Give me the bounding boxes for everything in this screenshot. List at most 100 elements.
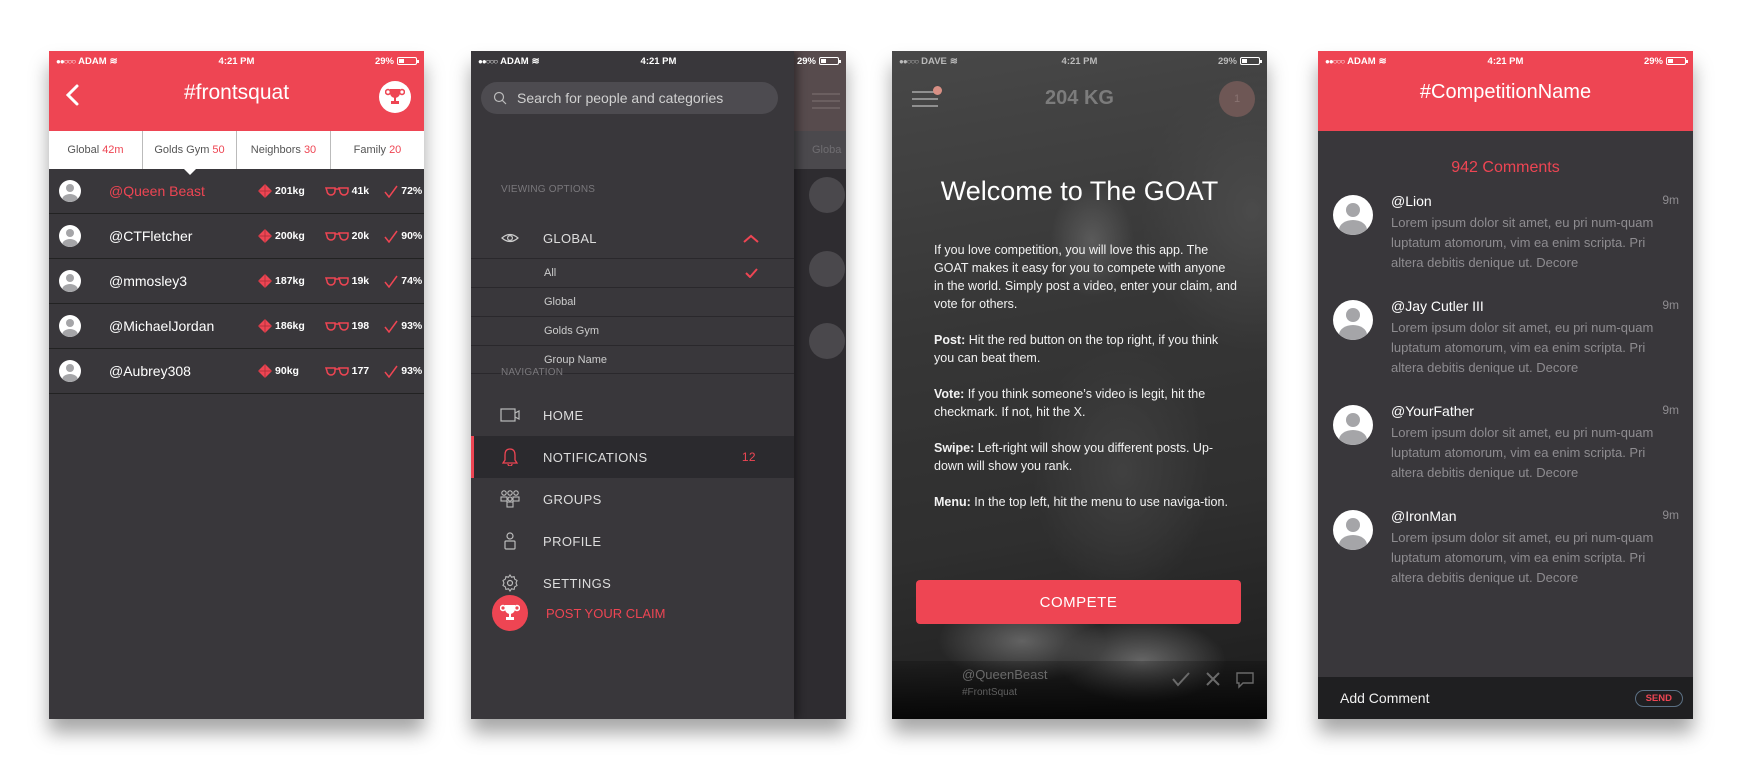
- viewing-option[interactable]: All: [471, 258, 794, 287]
- viewing-option[interactable]: Global: [471, 287, 794, 316]
- approval-value: 72%: [401, 185, 423, 197]
- leaderboard-header: ●●○○○ ADAM ≋ 4:21 PM 29% #frontsquat: [49, 51, 424, 131]
- rank-button[interactable]: 1: [1219, 81, 1255, 117]
- avatar[interactable]: [1333, 510, 1373, 550]
- tip-text: Left-right will show you different posts…: [934, 441, 1214, 473]
- avatar[interactable]: [1333, 300, 1373, 340]
- status-bar: ●●○○○ DAVE ≋ 4:21 PM 29%: [892, 51, 1267, 71]
- send-button[interactable]: SEND: [1634, 689, 1683, 707]
- tab-family[interactable]: Family 20: [331, 131, 424, 169]
- comment-username[interactable]: @Jay Cutler III: [1391, 298, 1484, 314]
- battery-icon: [1239, 57, 1262, 65]
- trophy-icon: [385, 88, 405, 104]
- leaderboard-row[interactable]: @mmosley3 187kg 19k 74%: [49, 259, 424, 304]
- check-icon: [745, 268, 758, 278]
- weight-value: 187kg: [275, 275, 305, 287]
- signal-icon: ●●○○○: [1325, 56, 1345, 66]
- glasses-icon: [324, 366, 349, 376]
- avatar[interactable]: [1333, 405, 1373, 445]
- tab-global[interactable]: Global 42m: [49, 131, 143, 169]
- tab-golds-gym[interactable]: Golds Gym 50: [143, 131, 237, 175]
- post-footer: @QueenBeast #FrontSquat: [892, 661, 1267, 719]
- comment-item: @IronMan 9m Lorem ipsum dolor sit amet, eu…: [1318, 508, 1693, 613]
- carrier-label: ADAM: [1347, 55, 1376, 67]
- tab-neighbors[interactable]: Neighbors 30: [237, 131, 331, 169]
- comment-body: Lorem ipsum dolor sit amet, eu pri num-q…: [1391, 425, 1654, 480]
- comment-username[interactable]: @Lion: [1391, 193, 1432, 209]
- viewing-options-list: All Global Golds Gym Group Name: [471, 258, 794, 374]
- approval-value: 74%: [401, 275, 423, 287]
- wifi-icon: ≋: [949, 55, 958, 67]
- leaderboard-row[interactable]: @MichaelJordan 186kg 198 93%: [49, 304, 424, 349]
- reject-button[interactable]: [1205, 671, 1221, 694]
- battery-icon: [818, 57, 841, 65]
- person-icon: [499, 532, 521, 550]
- tip-term: Post:: [934, 333, 966, 347]
- tip-term: Swipe:: [934, 441, 975, 455]
- approval-stat: 90%: [384, 230, 424, 243]
- views-value: 19k: [351, 275, 370, 287]
- carrier-label: DAVE: [921, 55, 947, 67]
- tip-text: If you think someone’s video is legit, h…: [934, 387, 1206, 419]
- views-stat: 177: [324, 365, 383, 377]
- checkmark-icon: [384, 275, 398, 288]
- username[interactable]: @MichaelJordan: [109, 318, 258, 334]
- search-bar[interactable]: [481, 82, 778, 114]
- weight-stat: 186kg: [258, 319, 322, 333]
- compete-button[interactable]: COMPETE: [916, 580, 1241, 624]
- approve-button[interactable]: [1171, 671, 1191, 694]
- weight-stat: 200kg: [258, 229, 322, 243]
- comment-time: 9m: [1662, 508, 1679, 522]
- hamburger-icon: [812, 93, 840, 114]
- battery-percent: 29%: [374, 55, 394, 67]
- weight-title: 204 KG: [1045, 87, 1114, 109]
- speech-bubble-icon: [1236, 672, 1254, 689]
- comment-body: Lorem ipsum dolor sit amet, eu pri num-q…: [1391, 530, 1654, 585]
- username[interactable]: @mmosley3: [109, 273, 258, 289]
- views-stat: 198: [324, 320, 383, 332]
- status-time: 4:21 PM: [640, 55, 677, 67]
- post-hashtag[interactable]: #FrontSquat: [962, 687, 1017, 698]
- weight-value: 201kg: [275, 185, 305, 197]
- comment-username[interactable]: @IronMan: [1391, 508, 1457, 524]
- approval-stat: 72%: [384, 185, 424, 198]
- tab-count: 20: [389, 144, 402, 156]
- weight-value: 186kg: [275, 320, 305, 332]
- comment-item: @Lion 9m Lorem ipsum dolor sit amet, eu pr…: [1318, 193, 1693, 298]
- post-claim-label: POST YOUR CLAIM: [546, 605, 666, 621]
- viewing-option-label: Golds Gym: [544, 325, 600, 337]
- tip-term: Vote:: [934, 387, 965, 401]
- leaderboard-row[interactable]: @CTFletcher 200kg 20k 90%: [49, 214, 424, 259]
- trophy-button[interactable]: [379, 81, 411, 113]
- leaderboard-row[interactable]: @Queen Beast 201kg 41k 72%: [49, 169, 424, 214]
- nav-item-profile[interactable]: PROFILE: [471, 520, 794, 562]
- avatar: [809, 177, 845, 213]
- intro-paragraph: If you love competition, you will love t…: [934, 243, 1237, 311]
- viewing-option[interactable]: Golds Gym: [471, 316, 794, 345]
- username[interactable]: @Aubrey308: [109, 363, 258, 379]
- search-input[interactable]: [517, 90, 757, 106]
- username[interactable]: @Queen Beast: [109, 183, 258, 199]
- comment-composer: SEND: [1318, 677, 1693, 719]
- avatar[interactable]: [1333, 195, 1373, 235]
- comment-button[interactable]: [1235, 671, 1255, 694]
- group-tabs: Global 42m Golds Gym 50 Neighbors 30 Family…: [49, 131, 424, 175]
- tab-label: Family: [353, 144, 387, 156]
- nav-item-notifications[interactable]: NOTIFICATIONS 12: [471, 436, 794, 478]
- nav-item-home[interactable]: HOME: [471, 394, 794, 436]
- post-username[interactable]: @QueenBeast: [962, 667, 1047, 682]
- comment-username[interactable]: @YourFather: [1391, 403, 1474, 419]
- nav-item-groups[interactable]: GROUPS: [471, 478, 794, 520]
- viewing-options-toggle[interactable]: GLOBAL: [471, 219, 794, 257]
- comments-screen: ●●○○○ ADAM ≋ 4:21 PM 29% #CompetitionName …: [1318, 51, 1693, 719]
- comment-count: 942 Comments: [1451, 159, 1560, 176]
- username[interactable]: @CTFletcher: [109, 228, 258, 244]
- views-value: 20k: [351, 230, 370, 242]
- checkmark-icon: [384, 185, 398, 198]
- comment-input[interactable]: [1340, 690, 1635, 706]
- tip-text: In the top left, hit the menu to use nav…: [970, 495, 1228, 509]
- post-claim-button[interactable]: POST YOUR CLAIM: [492, 595, 665, 631]
- notification-count: 12: [741, 450, 756, 464]
- leaderboard-row[interactable]: @Aubrey308 90kg 177 93%: [49, 349, 424, 394]
- battery-percent: 29%: [1217, 55, 1237, 67]
